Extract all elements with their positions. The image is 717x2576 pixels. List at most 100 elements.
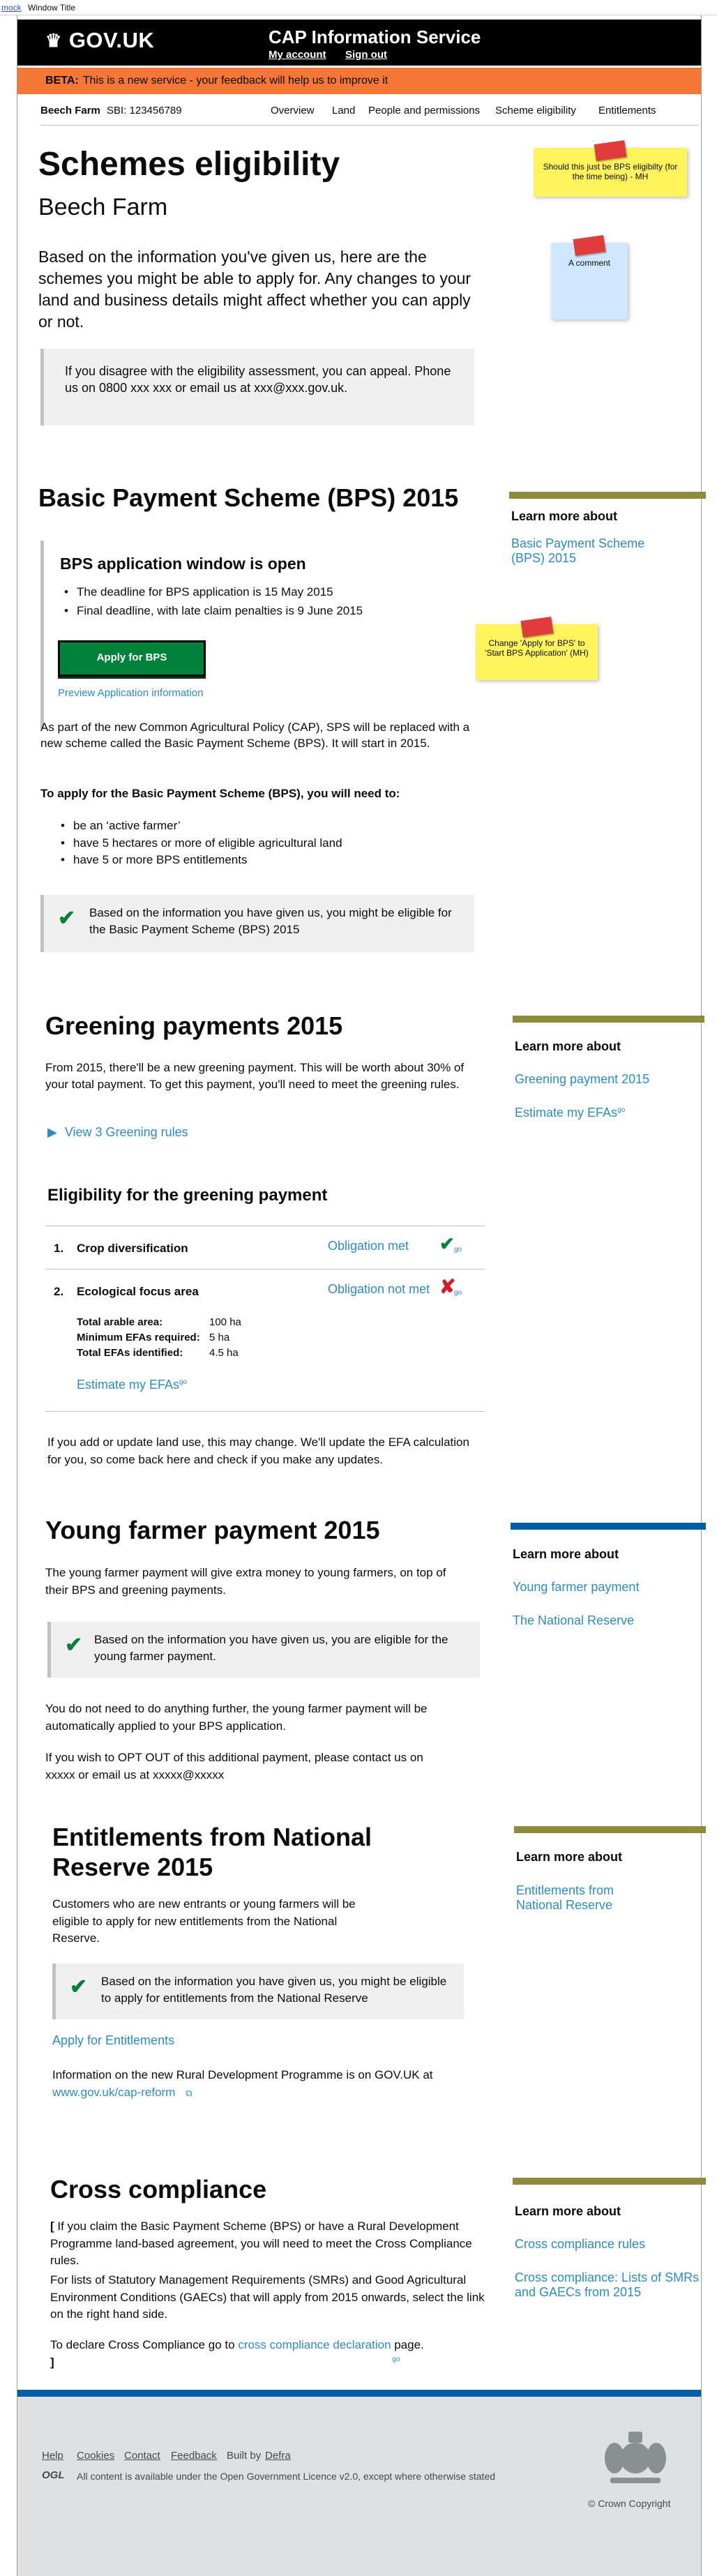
cross-compliance-related-title: Learn more about	[515, 2204, 621, 2218]
sticky-note-apply-bps: Change 'Apply for BPS' to 'Start BPS App…	[476, 617, 598, 680]
young-farmer-eligible-text: Based on the information you have given …	[94, 1633, 448, 1663]
cross-compliance-title: Cross compliance	[50, 2175, 267, 2204]
bps-need-item: be an ‘active farmer’	[59, 818, 450, 835]
open-bracket: [	[50, 2220, 54, 2233]
efa-value: 5 ha	[209, 1331, 230, 1343]
apply-entitlements-link[interactable]: Apply for Entitlements	[52, 2033, 174, 2048]
bps-deadline-item: The deadline for BPS application is 15 M…	[63, 582, 453, 601]
cross-compliance-rules-link[interactable]: Cross compliance rules	[515, 2237, 645, 2252]
row-number: 1.	[54, 1242, 64, 1255]
window-title: Window Title	[28, 3, 76, 13]
expand-triangle-icon: ▶	[47, 1125, 57, 1139]
greening-row-crop-diversification: 1. Crop diversification Obligation met ✔…	[45, 1226, 485, 1269]
preview-application-link[interactable]: Preview Application information	[58, 687, 203, 699]
greening-eligibility-title: Eligibility for the greening payment	[47, 1186, 328, 1205]
pin-icon	[573, 235, 606, 256]
young-farmer-intro: The young farmer payment will give extra…	[45, 1566, 446, 1597]
view-greening-rules-link[interactable]: View 3 Greening rules	[65, 1125, 188, 1139]
entitlements-eligible-panel: ✔ Based on the information you have give…	[52, 1964, 464, 2019]
greening-related-title: Learn more about	[515, 1039, 621, 1053]
nav-land[interactable]: Land	[332, 105, 355, 116]
national-reserve-related-link[interactable]: The National Reserve	[513, 1613, 634, 1628]
built-by-text: Built by	[227, 2450, 262, 2462]
nav-entitlements[interactable]: Entitlements	[598, 105, 656, 116]
footer: Help Cookies Contact Feedback Built by D…	[17, 2390, 701, 2576]
sbi-number: SBI: 123456789	[107, 105, 182, 116]
obligation-met-link[interactable]: Obligation met	[328, 1239, 409, 1253]
young-farmer-eligible-panel: ✔ Based on the information you have give…	[47, 1622, 480, 1678]
nav-people-permissions[interactable]: People and permissions	[368, 105, 480, 116]
footer-contact-link[interactable]: Contact	[124, 2450, 160, 2462]
govuk-logo[interactable]: ♛ GOV.UK	[45, 28, 154, 53]
para3-pre: To declare Cross Compliance go to	[50, 2338, 235, 2351]
tick-icon: ✔	[65, 1634, 83, 1657]
estimate-efas-label: Estimate my EFAs	[77, 1378, 180, 1392]
bps-needs-list: be an ‘active farmer’ have 5 hectares or…	[59, 818, 450, 869]
nav-overview[interactable]: Overview	[271, 105, 315, 116]
cross-compliance-related-bar	[513, 2178, 706, 2185]
mock-label[interactable]: mock	[1, 3, 22, 13]
sign-out-link[interactable]: Sign out	[345, 49, 387, 61]
farm-name: Beech Farm	[40, 105, 100, 116]
greening-related-link[interactable]: Greening payment 2015	[515, 1072, 649, 1087]
greening-related-link-efa[interactable]: Estimate my EFAsgo	[515, 1106, 625, 1120]
appeal-text: If you disagree with the eligibility ass…	[65, 364, 451, 396]
my-account-link[interactable]: My account	[269, 49, 326, 61]
estimate-efas-link[interactable]: Estimate my EFAsgo	[77, 1378, 187, 1392]
entitlements-related-link[interactable]: Entitlements from National Reserve	[516, 1883, 656, 1913]
bps-window-title: BPS application window is open	[60, 555, 306, 573]
cross-compliance-declaration-link[interactable]: cross compliance declaration	[238, 2338, 391, 2351]
licence-text: All content is available under the Open …	[77, 2471, 496, 2482]
crown-icon: ♛	[45, 29, 62, 51]
go-icon[interactable]: go	[454, 1289, 462, 1297]
beta-tag: BETA:	[45, 75, 79, 86]
entitlements-related-title: Learn more about	[516, 1850, 623, 1864]
logo-text: GOV.UK	[68, 28, 155, 52]
nav-scheme-eligibility: Scheme eligibility	[495, 105, 576, 116]
intro-lead: Based on the information you've given us…	[38, 248, 471, 331]
bps-deadlines-list: The deadline for BPS application is 15 M…	[63, 582, 453, 621]
footer-help-link[interactable]: Help	[42, 2450, 63, 2462]
sticky-note-eligibility: Should this just be BPS eligibilty (for …	[534, 140, 687, 197]
bps-need-item: have 5 hectares or more of eligible agri…	[59, 835, 450, 852]
young-farmer-related-link[interactable]: Young farmer payment	[513, 1580, 639, 1595]
sub-navigation: Beech Farm SBI: 123456789 Overview Land …	[40, 100, 699, 126]
page-title: Schemes eligibility	[38, 146, 340, 183]
efa-label: Total EFAs identified:	[77, 1346, 183, 1359]
ogl-logo: OGL	[42, 2469, 65, 2481]
apply-bps-button[interactable]: Apply for BPS	[58, 640, 206, 677]
royal-crest-icon	[605, 2432, 666, 2483]
go-icon: go	[179, 1378, 188, 1386]
greening-update-note: If you add or update land use, this may …	[47, 1436, 469, 1466]
cross-compliance-para1: [ If you claim the Basic Payment Scheme …	[50, 2218, 497, 2270]
young-farmer-para1: You do not need to do anything further, …	[45, 1702, 428, 1733]
young-farmer-related-title: Learn more about	[513, 1547, 619, 1561]
govuk-header: ♛ GOV.UK CAP Information Service My acco…	[17, 20, 701, 66]
entitlements-related-bar	[514, 1826, 706, 1833]
smrs-gaecs-link[interactable]: Cross compliance: Lists of SMRs and GAEC…	[515, 2270, 703, 2300]
obligation-not-met-link[interactable]: Obligation not met	[328, 1282, 430, 1297]
view-greening-rules[interactable]: ▶ View 3 Greening rules	[47, 1125, 188, 1140]
young-farmer-para2: If you wish to OPT OUT of this additiona…	[45, 1751, 423, 1782]
sticky-note-comment: A comment	[551, 235, 628, 319]
go-icon[interactable]: go	[392, 2356, 400, 2363]
defra-link[interactable]: Defra	[265, 2450, 291, 2462]
bps-intro-para: As part of the new Common Agricultural P…	[40, 721, 470, 750]
bps-related-link[interactable]: Basic Payment Scheme (BPS) 2015	[511, 536, 665, 566]
footer-feedback-link[interactable]: Feedback	[171, 2450, 217, 2462]
bps-need-heading: To apply for the Basic Payment Scheme (B…	[40, 787, 400, 800]
service-name: CAP Information Service	[269, 27, 481, 47]
young-farmer-related-bar	[511, 1523, 706, 1530]
bps-eligible-text: Based on the information you have given …	[89, 906, 452, 936]
go-icon: go	[617, 1106, 626, 1114]
footer-cookies-link[interactable]: Cookies	[77, 2450, 114, 2462]
beta-banner: BETA: This is a new service - your feedba…	[17, 68, 701, 94]
cap-reform-link[interactable]: www.gov.uk/cap-reform	[52, 2086, 175, 2099]
bps-deadline-item: Final deadline, with late claim penaltie…	[63, 601, 453, 620]
crown-copyright: © Crown Copyright	[588, 2498, 671, 2509]
cross-icon: ✘	[439, 1276, 456, 1297]
page-subtitle: Beech Farm	[38, 194, 168, 220]
go-icon[interactable]: go	[454, 1246, 462, 1253]
bps-related-bar	[509, 492, 706, 499]
bps-need-item: have 5 or more BPS entitlements	[59, 852, 450, 869]
